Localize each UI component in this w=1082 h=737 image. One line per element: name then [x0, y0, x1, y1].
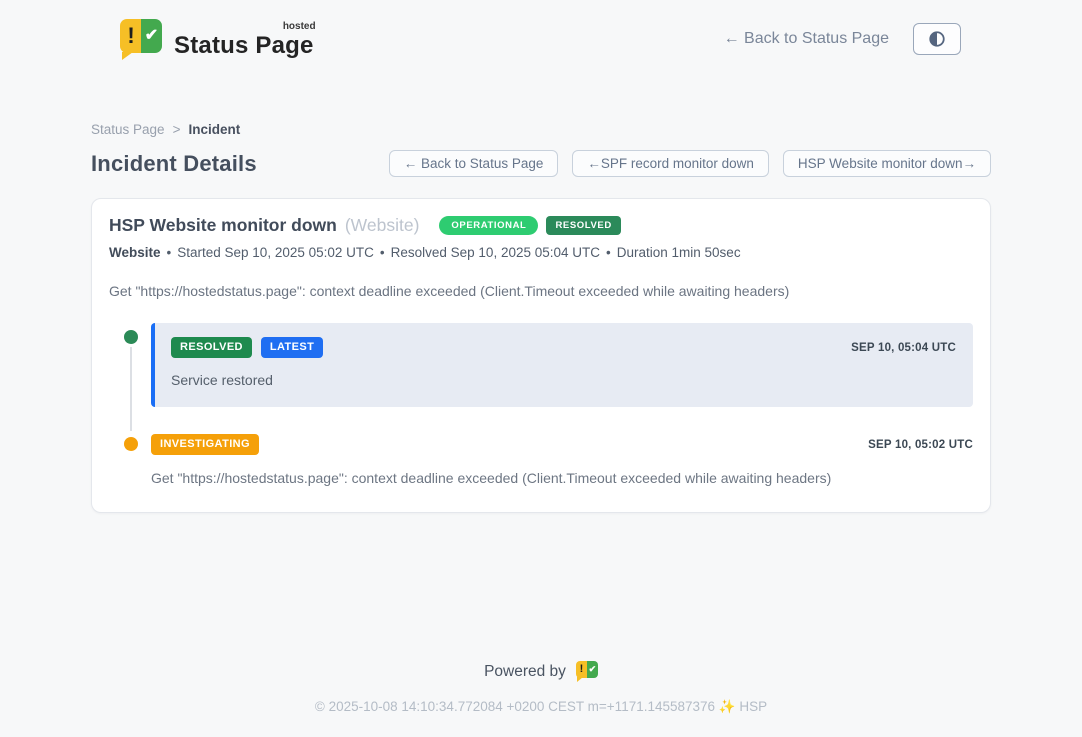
- incident-card: HSP Website monitor down (Website) OPERA…: [91, 198, 991, 513]
- header-back-link[interactable]: ← Back to Status Page: [724, 30, 889, 48]
- investigating-badge: INVESTIGATING: [151, 434, 259, 455]
- meta-component: Website: [109, 245, 161, 260]
- timeline-item-investigating: INVESTIGATING SEP 10, 05:02 UTC Get "htt…: [109, 434, 973, 486]
- timeline-item-resolved: RESOLVED LATEST SEP 10, 05:04 UTC Servic…: [109, 323, 973, 407]
- copyright-text: © 2025-10-08 14:10:34.772084 +0200 CEST …: [0, 699, 1082, 715]
- timeline-dot-orange: [124, 437, 138, 451]
- timeline-dot-green: [124, 330, 138, 344]
- timeline-message: Service restored: [171, 372, 956, 388]
- header: ! ✔ hosted Status Page ← Back to Status …: [0, 0, 1082, 62]
- logo-title: Status Page: [174, 32, 314, 59]
- powered-by-label: Powered by: [484, 663, 566, 681]
- back-to-status-page-button[interactable]: ← Back to Status Page: [389, 150, 559, 177]
- resolved-badge: RESOLVED: [171, 337, 252, 358]
- incident-title: HSP Website monitor down: [109, 215, 337, 236]
- page-title: Incident Details: [91, 151, 257, 177]
- incident-component: (Website): [345, 215, 420, 236]
- logo[interactable]: ! ✔ hosted Status Page: [120, 19, 318, 59]
- title-row: Incident Details ← Back to Status Page ←…: [91, 150, 991, 177]
- logo-hosted-tag: hosted: [283, 21, 316, 32]
- timeline-timestamp: SEP 10, 05:04 UTC: [851, 342, 956, 354]
- status-page-mini-logo-icon: ! ✔: [576, 661, 598, 682]
- incident-card-header: HSP Website monitor down (Website) OPERA…: [109, 215, 973, 236]
- incident-nav-buttons: ← Back to Status Page ←SPF record monito…: [389, 150, 991, 177]
- breadcrumb-incident: Incident: [188, 122, 240, 137]
- incident-timeline: RESOLVED LATEST SEP 10, 05:04 UTC Servic…: [109, 323, 973, 486]
- incident-meta: Website • Started Sep 10, 2025 05:02 UTC…: [109, 245, 973, 260]
- prev-incident-button[interactable]: ←SPF record monitor down: [572, 150, 769, 177]
- powered-by-link[interactable]: Powered by ! ✔: [484, 661, 598, 682]
- footer: Powered by ! ✔ © 2025-10-08 14:10:34.772…: [0, 661, 1082, 715]
- timeline-update-card: RESOLVED LATEST SEP 10, 05:04 UTC Servic…: [151, 323, 973, 407]
- meta-started: Started Sep 10, 2025 05:02 UTC: [177, 245, 374, 260]
- meta-duration: Duration 1min 50sec: [617, 245, 741, 260]
- main-content: Status Page > Incident Incident Details …: [91, 122, 991, 513]
- latest-badge: LATEST: [261, 337, 323, 358]
- timeline-timestamp: SEP 10, 05:02 UTC: [868, 439, 973, 451]
- timeline-message: Get "https://hostedstatus.page": context…: [151, 470, 973, 486]
- next-incident-button[interactable]: HSP Website monitor down→: [783, 150, 991, 177]
- breadcrumb-status-page[interactable]: Status Page: [91, 122, 165, 137]
- incident-description: Get "https://hostedstatus.page": context…: [109, 283, 973, 299]
- theme-toggle-button[interactable]: [913, 23, 961, 55]
- checkmark-icon: ✔: [141, 23, 162, 49]
- exclamation-icon: !: [120, 22, 142, 50]
- resolved-state-badge: RESOLVED: [546, 216, 620, 236]
- status-page-logo-icon: ! ✔: [120, 19, 162, 59]
- meta-resolved: Resolved Sep 10, 2025 05:04 UTC: [391, 245, 600, 260]
- breadcrumb: Status Page > Incident: [91, 122, 991, 137]
- breadcrumb-separator: >: [173, 122, 181, 137]
- contrast-half-circle-icon: [928, 30, 946, 48]
- operational-status-badge: OPERATIONAL: [439, 216, 538, 236]
